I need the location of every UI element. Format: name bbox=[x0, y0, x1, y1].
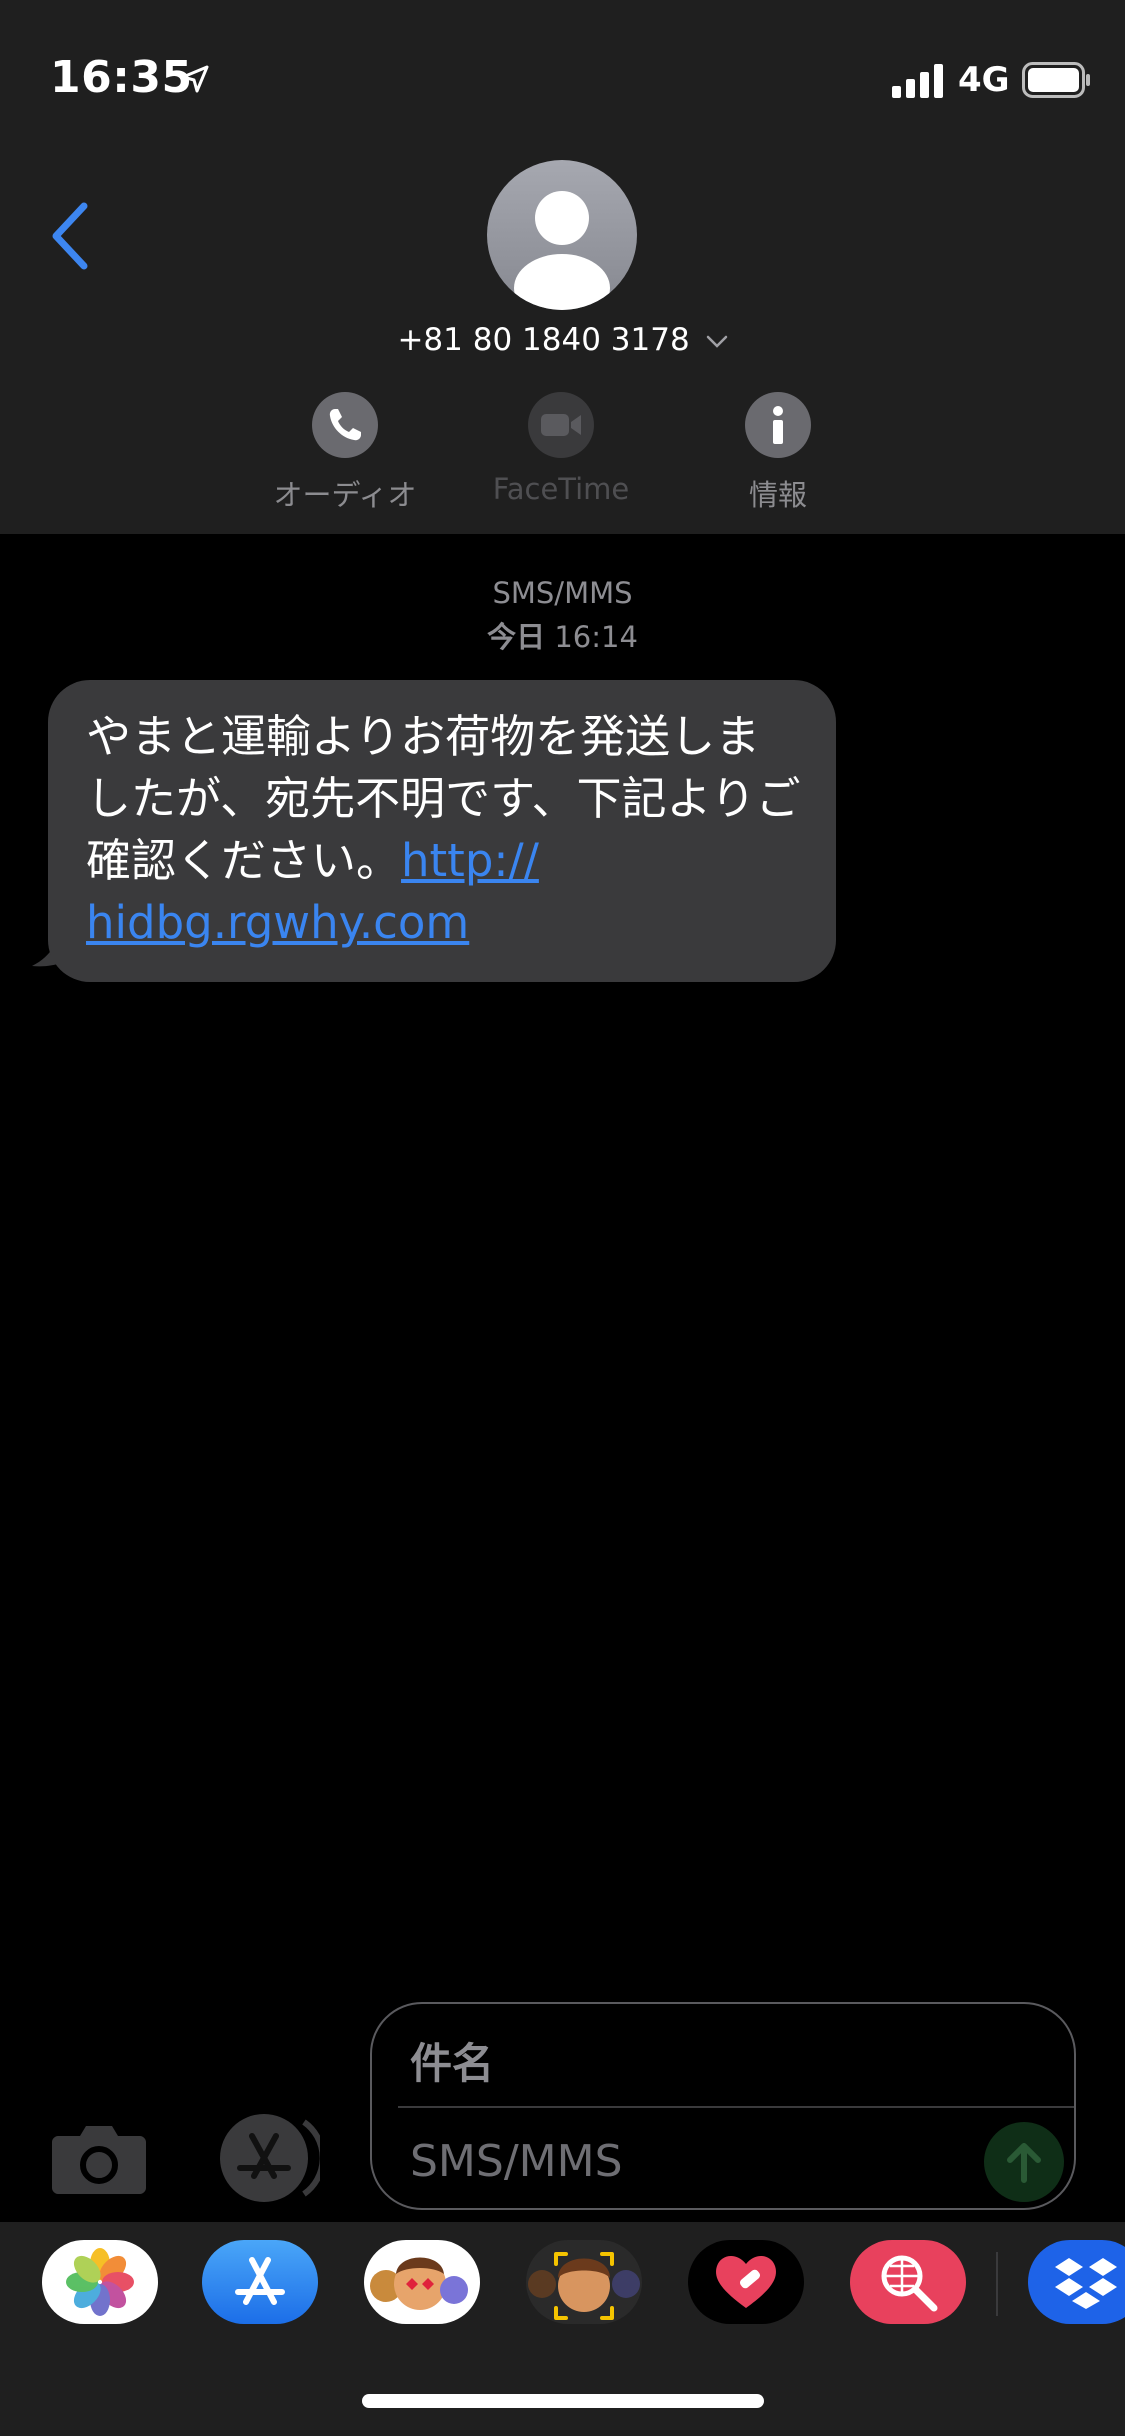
person-icon bbox=[514, 191, 610, 310]
magnifier-globe-icon bbox=[881, 2255, 938, 2312]
contact-name[interactable]: +81 80 1840 3178 bbox=[0, 322, 1125, 358]
app-store-glyph-icon bbox=[235, 2257, 285, 2305]
timestamp-day: 今日 bbox=[487, 620, 546, 654]
heart-icon bbox=[716, 2255, 776, 2308]
contact-avatar[interactable] bbox=[487, 160, 637, 310]
photos-app-icon[interactable] bbox=[42, 2240, 158, 2324]
info-icon bbox=[773, 406, 783, 444]
timestamp-time: 16:14 bbox=[554, 620, 638, 654]
composer-divider bbox=[398, 2106, 1074, 2108]
photos-flower-icon bbox=[66, 2248, 134, 2316]
memoji-face-icon bbox=[528, 2252, 640, 2320]
dropbox-icon[interactable] bbox=[1028, 2240, 1125, 2324]
heart-sticker-icon[interactable] bbox=[688, 2240, 804, 2324]
memoji-faces-icon bbox=[370, 2257, 468, 2310]
phone-icon bbox=[329, 409, 361, 441]
conversation-header: 16:35 4G +81 80 1840 3178 オーディオ FaceTime… bbox=[0, 0, 1125, 534]
contact-number: +81 80 1840 3178 bbox=[397, 322, 690, 358]
message-link-part2: hidbg.rgwhy.com bbox=[86, 896, 470, 949]
dropbox-glyph-icon bbox=[1055, 2258, 1117, 2309]
video-camera-icon bbox=[541, 414, 581, 436]
message-composer[interactable]: 件名 SMS/MMS bbox=[370, 2002, 1076, 2210]
facetime-button[interactable]: FaceTime bbox=[461, 392, 661, 506]
app-drawer bbox=[0, 2222, 1125, 2436]
image-search-icon[interactable] bbox=[850, 2240, 966, 2324]
app-store-icon[interactable] bbox=[208, 2112, 320, 2204]
drawer-separator bbox=[996, 2252, 998, 2316]
message-input[interactable]: SMS/MMS bbox=[410, 2136, 623, 2187]
memoji-icon[interactable] bbox=[526, 2240, 642, 2324]
chevron-left-icon[interactable] bbox=[40, 196, 100, 276]
status-time: 16:35 bbox=[50, 52, 193, 103]
network-type: 4G bbox=[958, 60, 1010, 100]
info-button[interactable]: 情報 bbox=[678, 392, 878, 514]
incoming-message-bubble[interactable]: やまと運輸よりお荷物を発送しましたが、宛先不明です、下記よりご確認ください。ht… bbox=[48, 680, 836, 982]
info-label: 情報 bbox=[748, 478, 807, 512]
facetime-label: FaceTime bbox=[492, 472, 630, 506]
location-arrow-icon bbox=[181, 65, 209, 93]
subject-field[interactable]: 件名 bbox=[410, 2030, 494, 2091]
camera-icon[interactable] bbox=[52, 2122, 146, 2194]
signal-icon bbox=[892, 64, 943, 98]
home-indicator[interactable] bbox=[362, 2394, 764, 2408]
send-arrow-icon bbox=[1007, 2143, 1041, 2183]
memoji-stickers-icon[interactable] bbox=[364, 2240, 480, 2324]
audio-call-button[interactable]: オーディオ bbox=[245, 392, 445, 514]
send-button[interactable] bbox=[984, 2122, 1064, 2202]
service-label: SMS/MMS bbox=[492, 576, 633, 610]
message-link-part1: http:// bbox=[401, 834, 539, 887]
message-timestamp: 今日 16:14 bbox=[0, 614, 1125, 656]
audio-label: オーディオ bbox=[273, 478, 417, 512]
battery-icon bbox=[1022, 62, 1090, 98]
app-store-app-icon[interactable] bbox=[202, 2240, 318, 2324]
chevron-down-icon bbox=[706, 335, 727, 348]
